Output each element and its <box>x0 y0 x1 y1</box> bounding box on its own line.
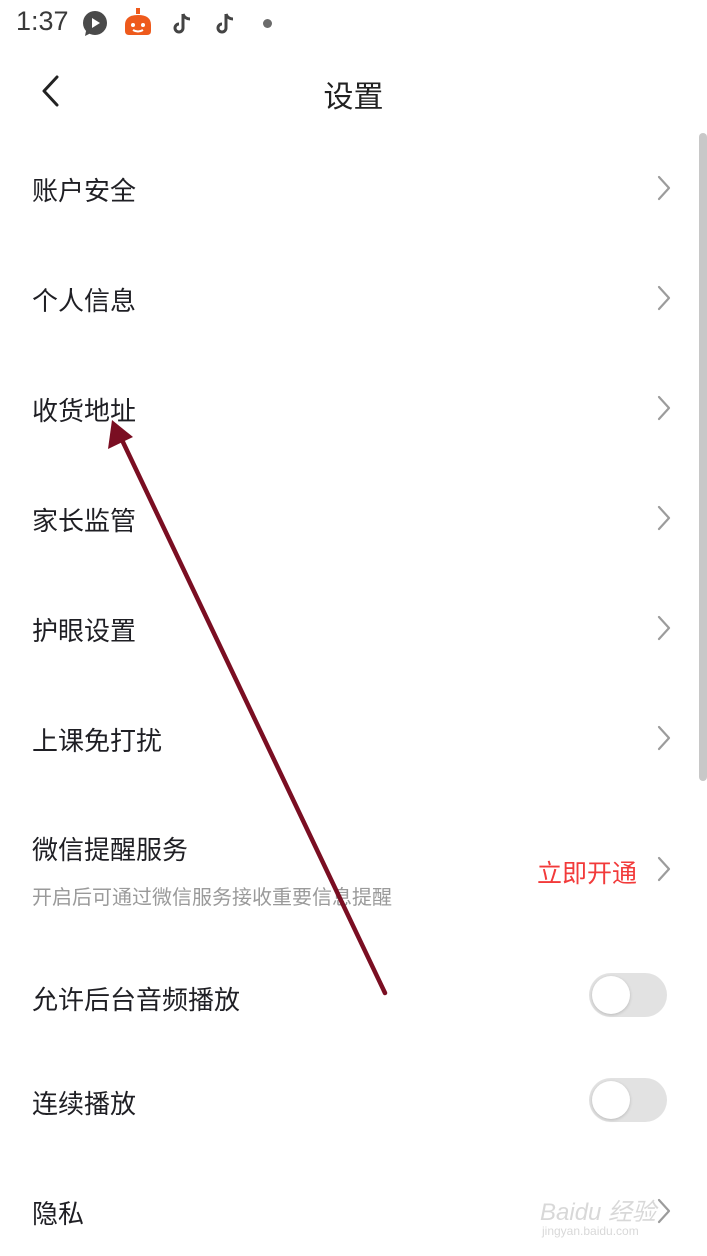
settings-item-continuous-play: 连续播放 <box>0 1052 699 1152</box>
wechat-reminder-label: 微信提醒服务 <box>32 836 189 866</box>
settings-item-account-security[interactable]: 账户安全 <box>0 132 699 242</box>
chevron-right-icon <box>657 505 671 531</box>
chevron-right-icon <box>657 856 671 882</box>
settings-item-personal-info[interactable]: 个人信息 <box>0 242 699 352</box>
settings-item-shipping-address[interactable]: 收货地址 <box>0 352 699 462</box>
app-icon <box>122 7 154 43</box>
scrollbar[interactable] <box>699 133 707 781</box>
chevron-right-icon <box>657 285 671 311</box>
dot-icon <box>263 19 272 28</box>
settings-item-eye-protection[interactable]: 护眼设置 <box>0 572 699 682</box>
settings-item-background-audio: 允许后台音频播放 <box>0 942 699 1052</box>
continuous-play-label: 连续播放 <box>32 1090 137 1120</box>
continuous-play-toggle[interactable] <box>589 1078 667 1122</box>
nav-bar: 设置 <box>0 54 707 130</box>
status-bar: 1:37 <box>0 0 707 50</box>
chevron-right-icon <box>657 615 671 641</box>
settings-item-label: 收货地址 <box>32 397 137 427</box>
wechat-reminder-description: 开启后可通过微信服务接收重要信息提醒 <box>32 885 392 909</box>
watermark: Baidu 经验 jingyan.baidu.com <box>540 1178 700 1248</box>
chevron-right-icon <box>657 175 671 201</box>
tiktok-icon <box>215 13 235 39</box>
toggle-knob <box>592 976 630 1014</box>
settings-item-label: 护眼设置 <box>32 617 137 647</box>
privacy-label: 隐私 <box>32 1200 85 1230</box>
tiktok-icon <box>172 13 192 39</box>
activate-now-button[interactable]: 立即开通 <box>537 854 637 890</box>
settings-item-label: 家长监管 <box>32 507 137 537</box>
watermark-url: jingyan.baidu.com <box>542 1224 639 1238</box>
chevron-right-icon <box>657 725 671 751</box>
message-icon <box>81 9 109 41</box>
background-audio-label: 允许后台音频播放 <box>32 986 241 1016</box>
settings-item-parental-control[interactable]: 家长监管 <box>0 462 699 572</box>
page-title: 设置 <box>323 80 384 115</box>
watermark-brand: Baidu 经验 <box>540 1199 657 1226</box>
chevron-right-icon <box>657 395 671 421</box>
settings-item-label: 个人信息 <box>32 287 137 317</box>
toggle-knob <box>592 1081 630 1119</box>
settings-item-wechat-reminder[interactable]: 微信提醒服务 开启后可通过微信服务接收重要信息提醒 立即开通 <box>0 792 699 922</box>
settings-item-class-dnd[interactable]: 上课免打扰 <box>0 682 699 792</box>
settings-item-label: 账户安全 <box>32 177 137 207</box>
status-time: 1:37 <box>16 6 69 36</box>
background-audio-toggle[interactable] <box>589 973 667 1017</box>
settings-item-label: 上课免打扰 <box>32 727 163 757</box>
